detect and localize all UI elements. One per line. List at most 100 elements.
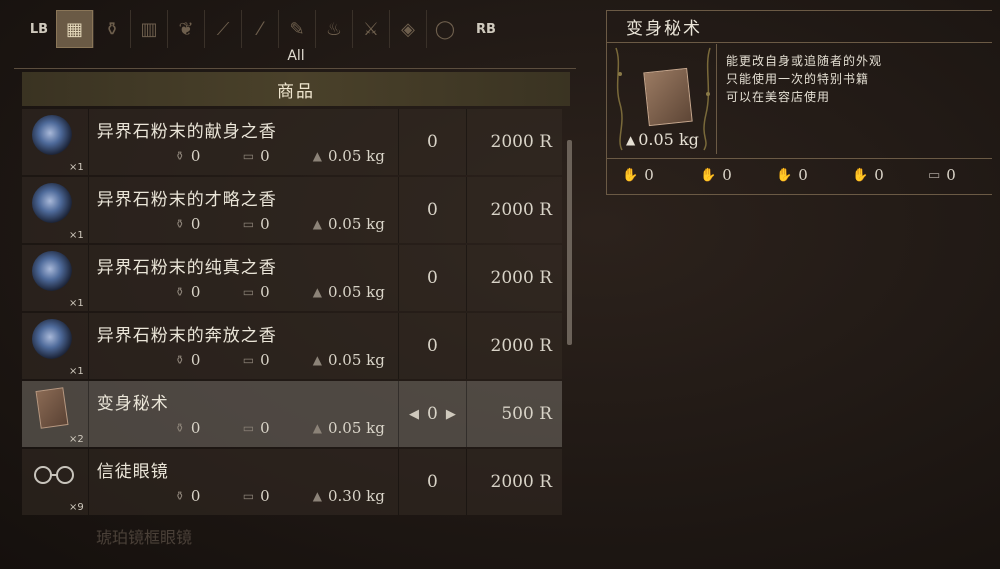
dagger-icon[interactable]: ⚔ xyxy=(352,10,389,48)
description-line: 只能使用一次的特别书籍 xyxy=(726,72,870,86)
pot-icon[interactable]: ♨ xyxy=(315,10,352,48)
item-count: ×1 xyxy=(69,230,84,241)
lb-button[interactable]: LB xyxy=(22,12,56,46)
price-cell: 2000 R xyxy=(466,109,562,175)
requirement-value: 0 xyxy=(722,166,732,184)
item-row[interactable]: ×1 异界石粉末的才略之香 ⚱ 0 ▭ 0 ▲ 0.05 kg 0 2000 R xyxy=(22,177,562,243)
category-header: 商品 xyxy=(22,72,570,106)
requirement-item: ✋ 0 xyxy=(776,166,808,184)
detail-weight: ▲ 0.05 kg xyxy=(626,130,699,149)
quantity-cell[interactable]: 0 xyxy=(397,109,467,175)
item-row[interactable]: ×1 异界石粉末的奔放之香 ⚱ 0 ▭ 0 ▲ 0.05 kg 0 2000 R xyxy=(22,313,562,379)
bone-icon[interactable]: ⟋ xyxy=(204,10,241,48)
item-icon-cell: ×9 xyxy=(22,449,88,515)
stat-value: 0 xyxy=(190,419,201,437)
item-count: ×2 xyxy=(69,434,84,445)
ring-icon[interactable]: ◯ xyxy=(426,10,463,48)
item-info: 异界石粉末的才略之香 ⚱ 0 ▭ 0 ▲ 0.05 kg xyxy=(87,177,399,243)
flask-icon: ⚱ xyxy=(174,489,185,503)
incense-orb-icon xyxy=(32,319,72,359)
weight-icon: ▲ xyxy=(312,421,322,435)
weight-value: 0.05 kg xyxy=(327,419,385,437)
increase-arrow-icon[interactable]: ▶ xyxy=(446,407,456,422)
herb-icon[interactable]: ❦ xyxy=(167,10,204,48)
item-name: 异界石粉末的才略之香 xyxy=(96,190,277,210)
item-name: 异界石粉末的献身之香 xyxy=(96,122,277,142)
item-stats: ⚱ 0 ▭ 0 ▲ 0.05 kg xyxy=(89,283,399,305)
chest-icon: ▭ xyxy=(242,353,255,367)
glasses-icon xyxy=(34,466,74,484)
stat-value: 0 xyxy=(260,215,270,233)
blue-hand-icon: ✋ xyxy=(700,167,717,183)
map-icon[interactable]: ▥ xyxy=(130,10,167,48)
scrollbar[interactable] xyxy=(567,140,572,345)
flask-icon[interactable]: ⚱ xyxy=(93,10,130,48)
requirement-value: 0 xyxy=(644,166,654,184)
weight-value: 0.05 kg xyxy=(327,351,385,369)
detail-description: 能更改自身或追随者的外观 只能使用一次的特别书籍 可以在美容店使用 xyxy=(726,52,882,106)
stat-weight: ▲ 0.05 kg xyxy=(313,283,385,301)
description-line: 可以在美容店使用 xyxy=(726,90,831,104)
stat-flask: ⚱ 0 xyxy=(175,215,201,233)
red-hand-icon: ✋ xyxy=(622,167,639,183)
requirement-item: ✋ 0 xyxy=(700,166,732,184)
panel-border xyxy=(606,10,607,195)
decrease-arrow-icon[interactable]: ◀ xyxy=(409,407,419,422)
weight-value: 0.05 kg xyxy=(327,283,385,301)
quantity-cell[interactable]: 0 xyxy=(397,449,467,515)
item-name: 异界石粉末的奔放之香 xyxy=(96,326,277,346)
stat-value: 0 xyxy=(190,147,201,165)
item-stats: ⚱ 0 ▭ 0 ▲ 0.05 kg xyxy=(89,215,399,237)
panel-border-bottom xyxy=(606,194,992,195)
quantity-cell[interactable]: 0 xyxy=(397,245,467,311)
item-list: ×1 异界石粉末的献身之香 ⚱ 0 ▭ 0 ▲ 0.05 kg 0 2000 R ×1 异界石粉末的才… xyxy=(22,109,562,517)
stat-flask: ⚱ 0 xyxy=(175,147,201,165)
stat-flask: ⚱ 0 xyxy=(175,487,201,505)
chest-icon: ▭ xyxy=(242,149,255,163)
stat-weight: ▲ 0.30 kg xyxy=(313,487,385,505)
item-stats: ⚱ 0 ▭ 0 ▲ 0.30 kg xyxy=(89,487,399,509)
weight-value: 0.05 kg xyxy=(327,147,385,165)
item-icon-cell: ×1 xyxy=(22,313,88,379)
weight-value: 0.05 kg xyxy=(327,215,385,233)
gem-icon[interactable]: ◈ xyxy=(389,10,426,48)
incense-orb-icon xyxy=(32,183,72,223)
divider xyxy=(14,68,576,69)
chest-icon: ▭ xyxy=(242,217,255,231)
item-row[interactable]: ×9 信徒眼镜 ⚱ 0 ▭ 0 ▲ 0.30 kg 0 2000 R xyxy=(22,449,562,515)
item-icon-cell: ×2 xyxy=(22,381,88,447)
rb-button[interactable]: RB xyxy=(469,12,503,46)
stat-weight: ▲ 0.05 kg xyxy=(313,351,385,369)
stat-value: 0 xyxy=(190,215,201,233)
stat-chest: ▭ 0 xyxy=(243,419,270,437)
quantity-cell[interactable]: 0 xyxy=(397,313,467,379)
quantity-value: 0 xyxy=(427,404,438,424)
stat-weight: ▲ 0.05 kg xyxy=(313,147,385,165)
book-icon xyxy=(35,387,69,429)
panel-divider xyxy=(606,158,992,159)
panel-border-top xyxy=(606,10,992,11)
feather-icon[interactable]: ⁄ xyxy=(241,10,278,48)
item-row[interactable]: ×2 变身秘术 ⚱ 0 ▭ 0 ▲ 0.05 kg ◀ 0 ▶ 500 R xyxy=(22,381,562,447)
scroll-icon[interactable]: ✎ xyxy=(278,10,315,48)
item-row[interactable]: ×1 异界石粉末的纯真之香 ⚱ 0 ▭ 0 ▲ 0.05 kg 0 2000 R xyxy=(22,245,562,311)
item-row[interactable]: ×1 异界石粉末的献身之香 ⚱ 0 ▭ 0 ▲ 0.05 kg 0 2000 R xyxy=(22,109,562,175)
quantity-cell[interactable]: 0 xyxy=(397,177,467,243)
price-cell: 2000 R xyxy=(466,245,562,311)
weight-value: 0.30 kg xyxy=(327,487,385,505)
detail-title: 变身秘术 xyxy=(626,19,702,39)
item-count: ×9 xyxy=(69,502,84,513)
chest-icon: ▭ xyxy=(242,285,255,299)
gold-hand-icon: ✋ xyxy=(776,167,793,183)
item-info: 变身秘术 ⚱ 0 ▭ 0 ▲ 0.05 kg xyxy=(87,381,398,447)
price-cell: 2000 R xyxy=(466,177,562,243)
stat-flask: ⚱ 0 xyxy=(175,283,201,301)
quantity-cell[interactable]: ◀ 0 ▶ xyxy=(397,381,467,447)
stat-chest: ▭ 0 xyxy=(243,487,270,505)
grid-icon[interactable]: ▦ xyxy=(56,10,93,48)
item-stats: ⚱ 0 ▭ 0 ▲ 0.05 kg xyxy=(89,351,399,373)
category-tab-bar: LB ▦ ⚱ ▥ ❦ ⟋ ⁄ ✎ ♨ ⚔ ◈ ◯ RB xyxy=(22,10,570,48)
item-count: ×1 xyxy=(69,366,84,377)
weight-icon: ▲ xyxy=(312,489,322,503)
stat-chest: ▭ 0 xyxy=(243,351,270,369)
